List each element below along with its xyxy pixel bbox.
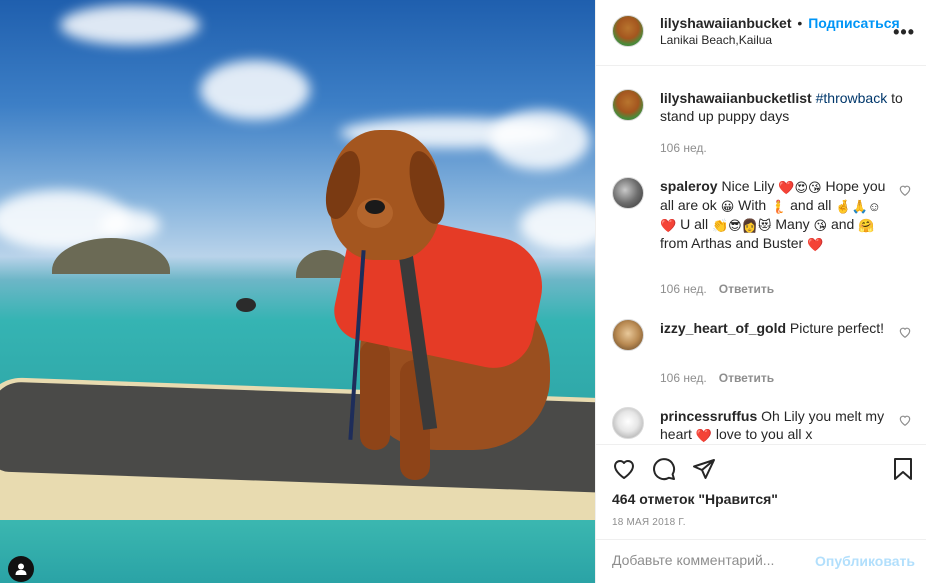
comment-icon[interactable] <box>652 457 678 483</box>
comment-username[interactable]: izzy_heart_of_gold <box>660 320 786 336</box>
author-avatar[interactable] <box>612 15 644 47</box>
follow-button[interactable]: Подписаться <box>808 15 900 31</box>
emoji-glyph: 😍 <box>794 180 809 195</box>
comment-composer: Опубликовать <box>596 539 926 583</box>
comment-text-part: With <box>734 197 771 213</box>
commenter-avatar[interactable] <box>612 319 644 351</box>
comment-text-part: Nice Lily <box>721 178 779 194</box>
dog-leg <box>360 340 390 450</box>
cloud <box>490 110 590 170</box>
comment-time: 106 нед. <box>660 371 707 385</box>
swimmer <box>236 298 256 312</box>
comment-time: 106 нед. <box>660 282 707 296</box>
user-icon <box>15 563 27 575</box>
author-username[interactable]: lilyshawaiianbucket <box>660 15 792 31</box>
more-options-icon[interactable]: ••• <box>893 22 915 43</box>
cloud <box>60 5 200 45</box>
comment-item: izzy_heart_of_gold Picture perfect! 106 … <box>612 319 912 389</box>
comment-text-part: and all <box>786 197 836 213</box>
emoji-glyph: 😘 <box>808 180 822 195</box>
comment-input[interactable] <box>612 552 802 568</box>
comment-body-cont: love to you all x <box>712 426 813 442</box>
hashtag-link[interactable]: #throwback <box>816 90 888 106</box>
reply-button[interactable]: Ответить <box>719 371 774 385</box>
share-icon[interactable] <box>692 457 718 483</box>
location-link[interactable]: Lanikai Beach,Kailua <box>660 33 772 47</box>
emoji-glyph: ☺ <box>867 199 881 214</box>
header-user-line: lilyshawaiianbucket • Подписаться <box>660 15 900 31</box>
emoji-glyph: 😀 <box>720 199 735 214</box>
caption-time: 106 нед. <box>660 141 707 155</box>
comment-text: spaleroy Nice Lily ❤️😍😘 Hope you all are… <box>660 177 890 253</box>
emoji-glyph: 😎 <box>728 218 742 233</box>
comments-list[interactable]: lilyshawaiianbucketlist #throwback to st… <box>596 66 926 444</box>
commenter-avatar[interactable] <box>612 407 644 439</box>
like-count[interactable]: 464 отметок "Нравится" <box>612 491 778 507</box>
comment-text-part: Many <box>771 216 814 232</box>
comment-meta: 106 нед. Ответить <box>660 282 774 296</box>
cloud <box>100 210 160 240</box>
comment-text-part: from Arthas and Buster <box>660 235 808 251</box>
comment-item: princessruffus Oh Lily you melt my heart… <box>612 407 912 444</box>
caption-text: lilyshawaiianbucketlist #throwback to st… <box>660 89 905 125</box>
emoji-glyph: 👏 <box>711 218 729 233</box>
publish-button[interactable]: Опубликовать <box>815 553 915 569</box>
heart-icon[interactable] <box>612 457 638 483</box>
water <box>0 520 595 583</box>
emoji-glyph: 🧜 <box>770 199 787 214</box>
emoji-glyph: 🤞 <box>835 199 852 214</box>
emoji-glyph: ❤️ <box>807 237 824 252</box>
emoji-glyph: ❤️ <box>778 180 795 195</box>
comment-username[interactable]: spaleroy <box>660 178 718 194</box>
caption-avatar[interactable] <box>612 89 644 121</box>
comment-text: izzy_heart_of_gold Picture perfect! <box>660 319 890 337</box>
emoji-glyph: 😘 <box>813 218 828 233</box>
separator-dot: • <box>797 15 803 31</box>
post-photo[interactable] <box>0 0 595 583</box>
comment-body: Picture perfect! <box>786 320 885 336</box>
comment-username[interactable]: princessruffus <box>660 408 757 424</box>
comment-like-icon[interactable] <box>898 325 912 339</box>
emoji-glyph: 🙏 <box>851 199 868 214</box>
bookmark-icon[interactable] <box>891 457 917 483</box>
emoji-glyph: ❤️ <box>660 218 677 233</box>
caption: lilyshawaiianbucketlist #throwback to st… <box>612 89 912 159</box>
comment-like-icon[interactable] <box>898 413 912 427</box>
comment-like-icon[interactable] <box>898 183 912 197</box>
cloud <box>200 60 310 120</box>
emoji-glyph: 😻 <box>757 218 772 233</box>
post-panel: lilyshawaiianbucket • Подписаться Lanika… <box>595 0 926 583</box>
cloud <box>520 200 595 250</box>
heart-emoji: ❤️ <box>695 428 712 443</box>
comment-text-part: U all <box>676 216 712 232</box>
post-date: 18 МАЯ 2018 Г. <box>612 517 686 528</box>
comment-text: princessruffus Oh Lily you melt my heart… <box>660 407 890 444</box>
emoji-glyph: 🤗 <box>858 218 875 233</box>
comment-item: spaleroy Nice Lily ❤️😍😘 Hope you all are… <box>612 177 912 307</box>
emoji-glyph: 👩 <box>741 218 758 233</box>
dog-nose <box>365 200 385 214</box>
tagged-users-button[interactable] <box>8 556 34 582</box>
caption-username[interactable]: lilyshawaiianbucketlist <box>660 90 812 106</box>
reply-button[interactable]: Ответить <box>719 282 774 296</box>
comment-meta: 106 нед. Ответить <box>660 371 774 385</box>
comment-text-part: and <box>827 216 859 232</box>
action-bar: 464 отметок "Нравится" 18 МАЯ 2018 Г. <box>596 444 926 539</box>
post-header: lilyshawaiianbucket • Подписаться Lanika… <box>596 0 926 66</box>
commenter-avatar[interactable] <box>612 177 644 209</box>
